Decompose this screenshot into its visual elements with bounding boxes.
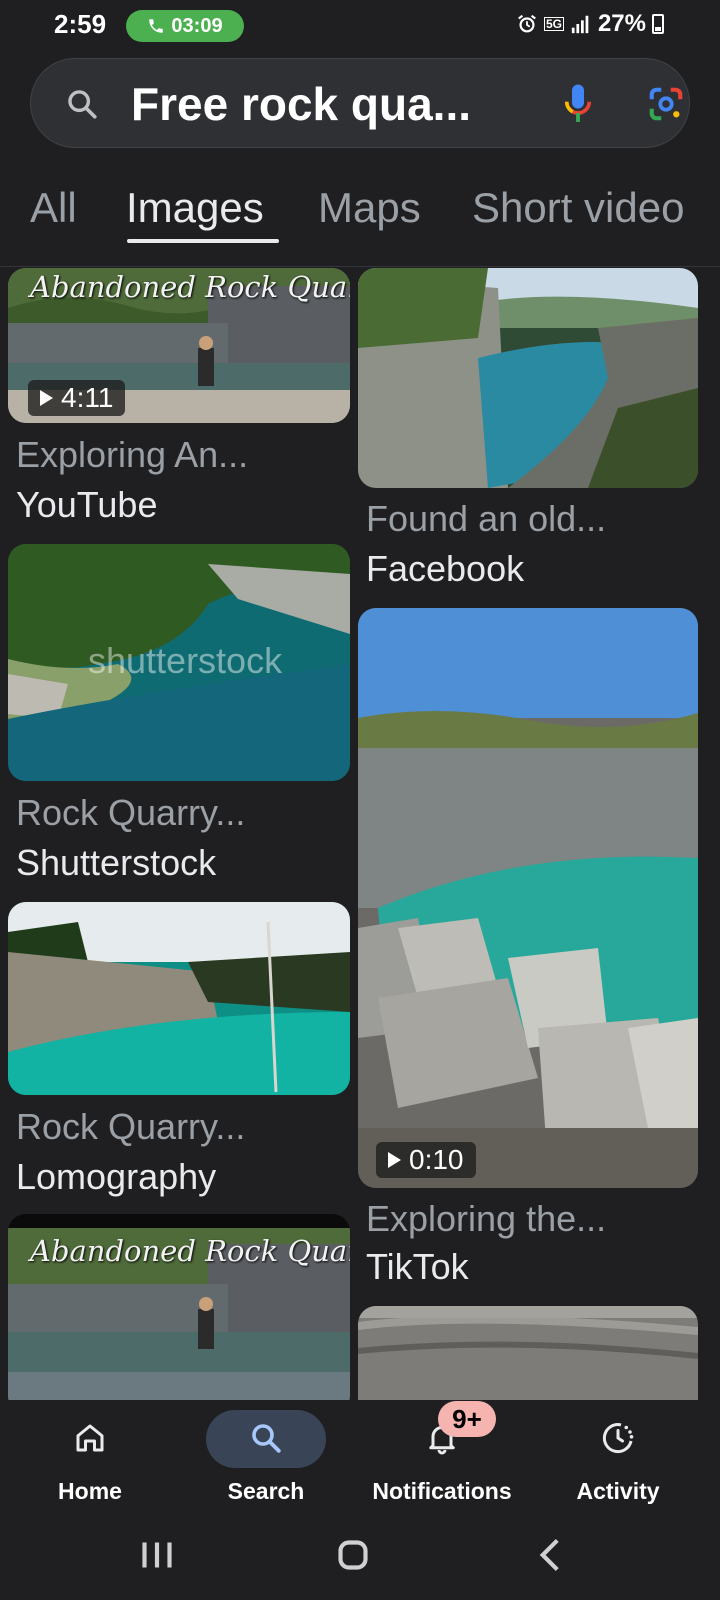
thumbnail-overlay-text: Abandoned Rock Quarry xyxy=(30,1234,350,1268)
search-bar[interactable]: Free rock qua... xyxy=(30,58,690,148)
image-results-grid: Abandoned Rock Quarry 4:11 Exploring An.… xyxy=(0,268,720,1400)
nav-search[interactable]: Search xyxy=(176,1400,356,1508)
phone-icon xyxy=(149,19,164,33)
nav-home-label: Home xyxy=(58,1478,122,1504)
result-source[interactable]: Shutterstock xyxy=(16,842,216,884)
notification-badge: 9+ xyxy=(438,1401,496,1437)
thumbnail-overlay-text: Abandoned Rock Quarry xyxy=(30,270,350,304)
ongoing-call-pill[interactable]: 03:09 xyxy=(126,10,244,42)
google-lens-icon[interactable] xyxy=(647,85,685,123)
video-duration: 4:11 xyxy=(61,382,114,413)
active-tab-indicator xyxy=(127,239,279,243)
tabs-divider xyxy=(0,266,720,267)
tab-all[interactable]: All xyxy=(30,184,77,232)
search-query[interactable]: Free rock qua... xyxy=(131,77,471,131)
search-icon xyxy=(252,1424,281,1453)
activity-icon xyxy=(602,1423,634,1454)
video-duration-badge: 0:10 xyxy=(376,1142,476,1178)
nav-activity-label: Activity xyxy=(576,1478,660,1504)
result-title[interactable]: Exploring An... xyxy=(16,434,248,476)
search-tabs: All Images Maps Short video xyxy=(0,178,720,258)
status-time: 2:59 xyxy=(54,9,107,39)
video-duration-badge: 4:11 xyxy=(28,380,126,416)
nav-home[interactable]: Home xyxy=(0,1400,180,1508)
result-thumbnail[interactable] xyxy=(358,268,698,488)
tab-images[interactable]: Images xyxy=(126,184,264,232)
result-source[interactable]: Lomography xyxy=(16,1156,216,1198)
recent-apps-icon[interactable] xyxy=(132,1530,182,1580)
play-icon xyxy=(40,390,53,406)
nav-activity[interactable]: Activity xyxy=(528,1400,708,1508)
result-thumbnail[interactable]: 0:10 xyxy=(358,608,698,1188)
search-icon xyxy=(68,90,97,119)
nav-notifications-label: Notifications xyxy=(372,1478,512,1504)
result-source[interactable]: Facebook xyxy=(366,548,524,590)
nav-search-label: Search xyxy=(227,1478,305,1504)
battery-icon xyxy=(652,14,664,34)
result-thumbnail[interactable] xyxy=(8,902,350,1095)
mic-icon[interactable] xyxy=(563,83,593,125)
home-button-icon[interactable] xyxy=(328,1530,378,1580)
status-icons: 5G 27% xyxy=(516,10,664,38)
play-icon xyxy=(388,1152,401,1168)
result-source[interactable]: YouTube xyxy=(16,484,157,526)
battery-percent: 27% xyxy=(597,10,646,37)
result-title[interactable]: Exploring the... xyxy=(366,1198,606,1240)
shutterstock-watermark: shutterstock xyxy=(88,640,283,681)
call-timer: 03:09 xyxy=(171,14,223,37)
result-title[interactable]: Rock Quarry... xyxy=(16,792,245,834)
tab-maps[interactable]: Maps xyxy=(318,184,421,232)
network-type: 5G xyxy=(543,17,564,31)
status-bar: 2:59 03:09 5G 27% xyxy=(0,0,720,52)
video-duration: 0:10 xyxy=(409,1144,464,1175)
system-navigation-bar xyxy=(0,1508,720,1600)
result-title[interactable]: Rock Quarry... xyxy=(16,1106,245,1148)
result-thumbnail[interactable] xyxy=(358,1306,698,1400)
result-thumbnail[interactable]: Abandoned Rock Quarry 4:11 xyxy=(8,268,350,423)
home-icon xyxy=(76,1424,104,1452)
back-icon[interactable] xyxy=(526,1530,576,1580)
bottom-navigation: Home Search 9+ Notifications Activity xyxy=(0,1400,720,1508)
alarm-icon xyxy=(518,14,536,33)
nav-notifications[interactable]: 9+ Notifications xyxy=(352,1400,532,1508)
result-source[interactable]: TikTok xyxy=(366,1246,469,1288)
tab-short-video[interactable]: Short video xyxy=(472,184,684,232)
signal-icon xyxy=(571,15,589,34)
result-thumbnail[interactable]: Abandoned Rock Quarry xyxy=(8,1214,350,1400)
result-thumbnail[interactable]: shutterstock xyxy=(8,544,350,781)
result-title[interactable]: Found an old... xyxy=(366,498,606,540)
